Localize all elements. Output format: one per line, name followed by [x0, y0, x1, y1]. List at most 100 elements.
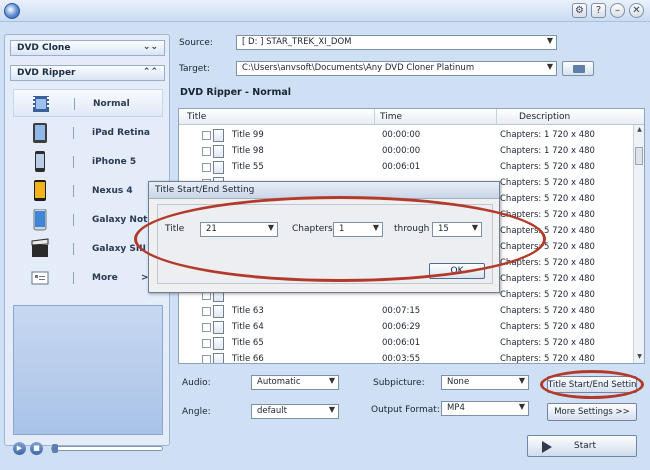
scroll-down-icon[interactable]: ▼ — [635, 353, 644, 362]
row-checkbox[interactable] — [202, 131, 211, 140]
audio-value: Automatic — [257, 377, 301, 387]
chapter-start-select[interactable]: 1 ▼ — [333, 222, 383, 237]
sidebar-item-iphone-5[interactable]: iPhone 5 — [13, 148, 163, 176]
column-header-time[interactable]: Time — [380, 112, 402, 122]
chapter-end-select[interactable]: 15 ▼ — [432, 222, 482, 237]
table-row[interactable]: Title 65 00:06:01 Chapters: 5 720 x 480 — [179, 335, 634, 352]
seek-slider[interactable] — [51, 443, 163, 453]
cell-title: Title 65 — [232, 338, 264, 348]
column-header-description[interactable]: Description — [519, 112, 570, 122]
sidebar-item-galaxy-siii[interactable]: Galaxy SIII — [13, 235, 163, 263]
cell-description: Chapters: 5 720 x 480 — [500, 194, 595, 204]
title-doc-icon — [213, 351, 227, 363]
dropdown-arrow-icon: ▼ — [328, 376, 335, 385]
divider — [73, 272, 74, 284]
left-panel: DVD Clone ⌄⌄ DVD Ripper ⌃⌃ Normal iPad R… — [4, 34, 170, 455]
sidebar-item-normal[interactable]: Normal — [13, 89, 163, 117]
subpicture-value: None — [447, 377, 470, 387]
target-select[interactable]: C:\Users\anvsoft\Documents\Any DVD Clone… — [236, 61, 557, 76]
cell-description: Chapters: 5 720 x 480 — [500, 226, 595, 236]
ok-button[interactable]: OK — [429, 263, 485, 279]
sidebar-item-label: iPhone 5 — [92, 157, 137, 167]
angle-value: default — [257, 406, 287, 416]
sidebar-item-ipad-retina[interactable]: iPad Retina — [13, 119, 163, 147]
seek-thumb[interactable] — [52, 443, 58, 453]
subpicture-select[interactable]: None ▼ — [441, 375, 529, 390]
settings-icon[interactable]: ⚙ — [572, 3, 587, 18]
dropdown-arrow-icon: ▼ — [328, 405, 335, 414]
close-button[interactable]: ✕ — [629, 3, 644, 18]
dialog-title-label: Title — [165, 224, 185, 234]
title-number-value: 21 — [206, 224, 217, 234]
cell-title: Title 99 — [232, 130, 264, 140]
expand-icon[interactable]: ⌄⌄ — [143, 42, 158, 52]
dropdown-arrow-icon: ▼ — [546, 36, 553, 45]
scroll-up-icon[interactable]: ▲ — [635, 126, 644, 135]
scroll-thumb[interactable] — [635, 147, 643, 165]
title-doc-icon — [213, 303, 227, 318]
minimize-button[interactable]: – — [610, 3, 625, 18]
table-row[interactable]: Title 98 00:00:00 Chapters: 1 720 x 480 — [179, 143, 634, 160]
table-row[interactable]: Title 66 00:03:55 Chapters: 5 720 x 480 — [179, 351, 634, 364]
stop-icon[interactable]: ■ — [30, 441, 43, 455]
cell-description: Chapters: 5 720 x 480 — [500, 258, 595, 268]
cell-description: Chapters: 5 720 x 480 — [500, 354, 595, 364]
title-start-end-setting-button[interactable]: Title Start/End Setting — [547, 376, 637, 393]
column-header-title[interactable]: Title — [187, 112, 206, 122]
divider — [74, 98, 75, 110]
help-icon[interactable]: ? — [591, 3, 606, 18]
play-icon[interactable]: ▶ — [13, 441, 26, 455]
cell-title: Title 55 — [232, 162, 264, 172]
through-label: through — [394, 224, 430, 234]
nexus-phone-icon — [34, 180, 46, 201]
source-select[interactable]: [ D: ] STAR_TREK_XI_DOM ▼ — [236, 35, 557, 50]
cell-description: Chapters: 5 720 x 480 — [500, 274, 595, 284]
table-row[interactable]: Title 63 00:07:15 Chapters: 5 720 x 480 — [179, 303, 634, 320]
title-start-end-dialog: Title Start/End Setting Title 21 ▼ Chapte… — [148, 181, 500, 293]
angle-label: Angle: — [182, 407, 211, 417]
dropdown-arrow-icon: ▼ — [518, 376, 525, 385]
cell-time: 00:06:01 — [382, 338, 421, 348]
divider — [73, 185, 74, 197]
table-row[interactable]: Title 64 00:06:29 Chapters: 5 720 x 480 — [179, 319, 634, 336]
title-number-select[interactable]: 21 ▼ — [200, 222, 278, 237]
device-list: Normal iPad Retina iPhone 5 Nexus 4 Gala… — [13, 89, 163, 335]
row-checkbox[interactable] — [202, 339, 211, 348]
title-doc-icon — [213, 335, 227, 350]
chapter-end-value: 15 — [438, 224, 449, 234]
divider — [73, 214, 74, 226]
divider — [73, 156, 74, 168]
folder-icon — [573, 65, 585, 73]
row-checkbox[interactable] — [202, 147, 211, 156]
clapperboard-icon — [31, 238, 49, 257]
audio-select[interactable]: Automatic ▼ — [251, 375, 339, 390]
table-row[interactable]: Title 99 00:00:00 Chapters: 1 720 x 480 — [179, 127, 634, 144]
start-label: Start — [574, 441, 596, 451]
more-settings-button[interactable]: More Settings >> — [547, 403, 637, 421]
player-controls: ▶ ■ — [13, 441, 163, 455]
sidebar-item-galaxy-note[interactable]: Galaxy Note — [13, 206, 163, 234]
cell-description: Chapters: 1 720 x 480 — [500, 146, 595, 156]
row-checkbox[interactable] — [202, 323, 211, 332]
row-checkbox[interactable] — [202, 307, 211, 316]
ipad-icon — [33, 123, 47, 143]
sidebar-item-more[interactable]: More >> — [13, 264, 163, 292]
start-button[interactable]: Start — [527, 435, 637, 457]
dvd-ripper-header[interactable]: DVD Ripper ⌃⌃ — [10, 65, 165, 81]
dropdown-arrow-icon: ▼ — [267, 223, 274, 232]
table-row[interactable]: Title 55 00:06:01 Chapters: 5 720 x 480 — [179, 159, 634, 176]
cell-description: Chapters: 5 720 x 480 — [500, 242, 595, 252]
angle-select[interactable]: default ▼ — [251, 404, 339, 419]
cell-description: Chapters: 5 720 x 480 — [500, 178, 595, 188]
target-label: Target: — [179, 64, 210, 74]
table-scrollbar[interactable]: ▲ ▼ — [633, 125, 644, 363]
row-checkbox[interactable] — [202, 163, 211, 172]
dvd-clone-header[interactable]: DVD Clone ⌄⌄ — [10, 40, 165, 56]
sidebar-item-label: Normal — [93, 99, 130, 109]
row-checkbox[interactable] — [202, 355, 211, 363]
output-format-select[interactable]: MP4 ▼ — [441, 401, 529, 416]
sidebar-item-nexus-4[interactable]: Nexus 4 — [13, 177, 163, 205]
collapse-icon[interactable]: ⌃⌃ — [143, 67, 158, 77]
browse-folder-button[interactable] — [562, 61, 594, 76]
chapters-label: Chapters — [292, 224, 333, 234]
